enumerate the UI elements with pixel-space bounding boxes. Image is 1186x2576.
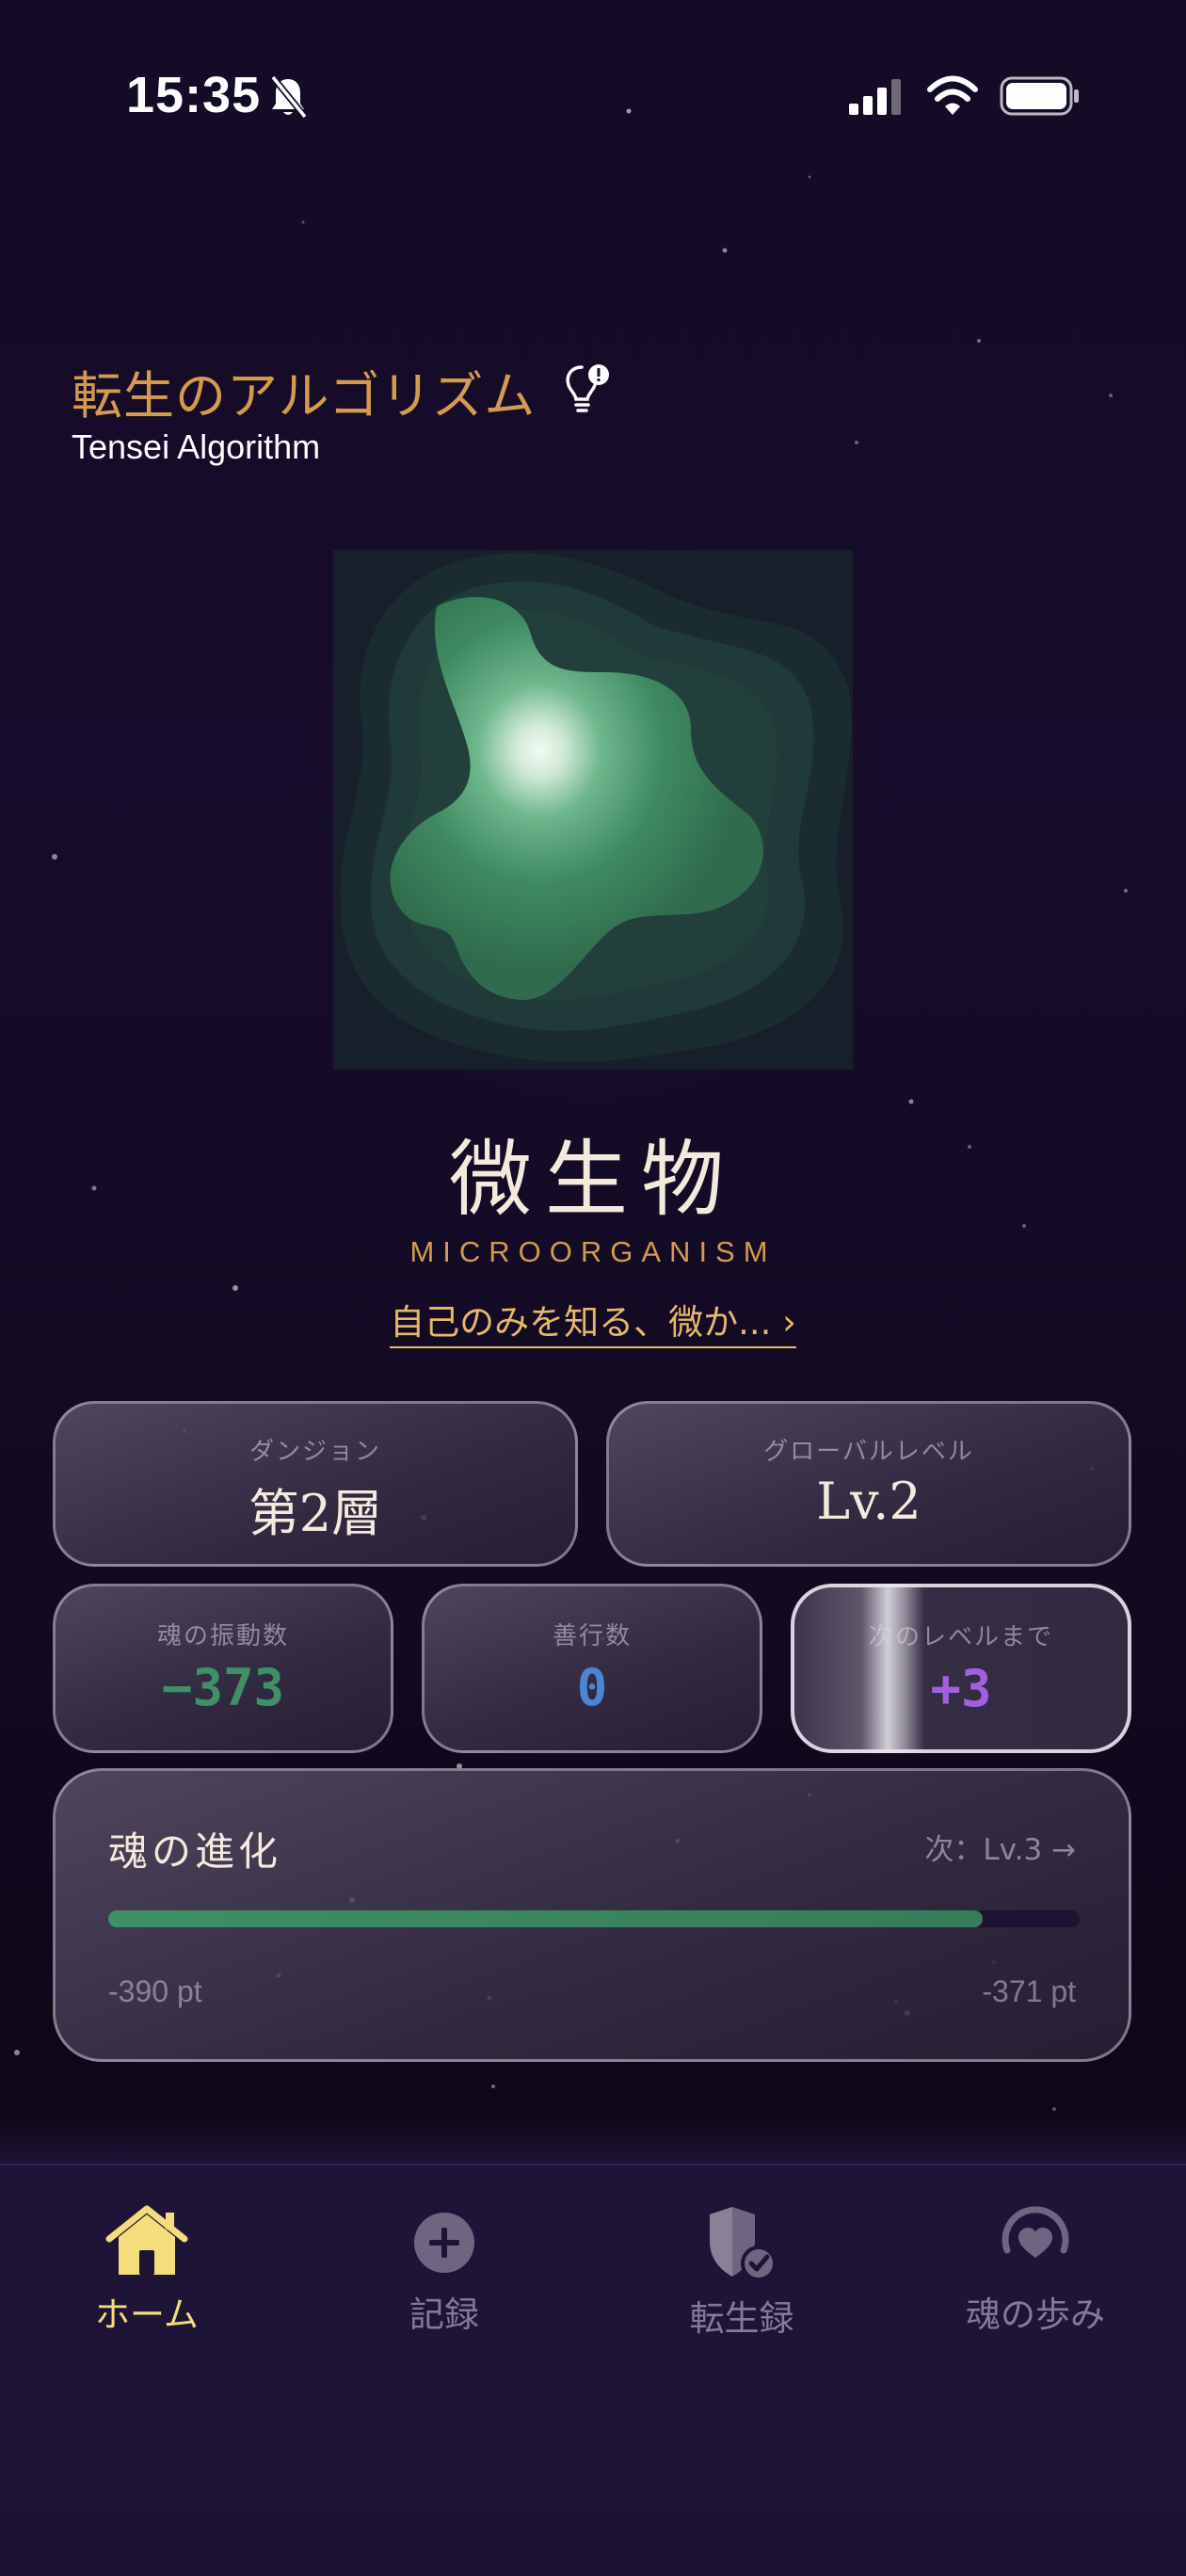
- species-name: 微生物: [448, 1131, 737, 1228]
- cellular-signal-icon: [849, 79, 901, 115]
- evolution-max-points: -371 pt: [982, 1974, 1076, 2008]
- tab-soul-journey[interactable]: 魂の歩み: [913, 2203, 1158, 2373]
- tab-record[interactable]: 記録: [322, 2203, 567, 2373]
- good-deeds-label: 善行数: [552, 1622, 632, 1650]
- global-level-card: グローバルレベル Lv.2: [606, 1401, 1131, 1567]
- soul-vibration-value: −373: [161, 1658, 285, 1717]
- tab-home-label: ホーム: [95, 2294, 199, 2335]
- tab-tensei-record[interactable]: 転生録: [619, 2203, 864, 2373]
- next-level-label: 次のレベルまで: [868, 1623, 1053, 1651]
- bottom-tab-bar: ホーム 記録 転生録 魂の歩み: [0, 2164, 1186, 2576]
- app-title: 転生のアルゴリズム: [72, 366, 537, 426]
- global-level-value: Lv.2: [816, 1472, 922, 1531]
- tab-home[interactable]: ホーム: [24, 2203, 269, 2373]
- dungeon-card: ダンジョン 第2層: [53, 1401, 578, 1567]
- next-level-value: +3: [930, 1659, 992, 1718]
- lightbulb-alert-icon[interactable]: [563, 362, 614, 418]
- heart-circle-icon: [1002, 2206, 1069, 2258]
- species-description-container: 自己のみを知る、微か... ›: [0, 1294, 1186, 1348]
- dungeon-label: ダンジョン: [248, 1438, 381, 1466]
- battery-icon: [1000, 76, 1079, 116]
- plus-circle-icon: [414, 2213, 474, 2273]
- tab-soul-journey-label: 魂の歩み: [966, 2294, 1105, 2335]
- evolution-min-points: -390 pt: [108, 1974, 202, 2008]
- soul-evolution-card: 魂の進化 次：Lv.3 → -390 pt -371 pt: [53, 1768, 1131, 2062]
- next-level-card: 次のレベルまで +3: [791, 1584, 1131, 1753]
- good-deeds-value: 0: [576, 1658, 608, 1717]
- evolution-title: 魂の進化: [108, 1828, 282, 1875]
- shield-check-icon: [710, 2207, 777, 2281]
- evolution-progress-track: [108, 1910, 1080, 1927]
- good-deeds-card: 善行数 0: [422, 1584, 762, 1753]
- species-description-link[interactable]: 自己のみを知る、微か... ›: [390, 1302, 796, 1348]
- app-subtitle: Tensei Algorithm: [72, 427, 321, 466]
- evolution-progress-fill: [108, 1910, 983, 1927]
- status-time: 15:35: [126, 67, 262, 123]
- evolution-next-level: 次：Lv.3 →: [924, 1833, 1076, 1867]
- tab-record-label: 記録: [409, 2294, 479, 2335]
- global-level-label: グローバルレベル: [763, 1438, 974, 1466]
- tab-tensei-record-label: 転生録: [689, 2298, 794, 2339]
- dungeon-value: 第2層: [248, 1484, 383, 1543]
- soul-vibration-label: 魂の振動数: [156, 1622, 289, 1650]
- home-icon: [105, 2205, 188, 2275]
- wifi-icon: [927, 75, 978, 115]
- species-name-english: MICROORGANISM: [409, 1235, 777, 1268]
- soul-vibration-card: 魂の振動数 −373: [53, 1584, 393, 1753]
- bell-slash-icon: [270, 74, 308, 120]
- microorganism-creature-image: [333, 550, 853, 1070]
